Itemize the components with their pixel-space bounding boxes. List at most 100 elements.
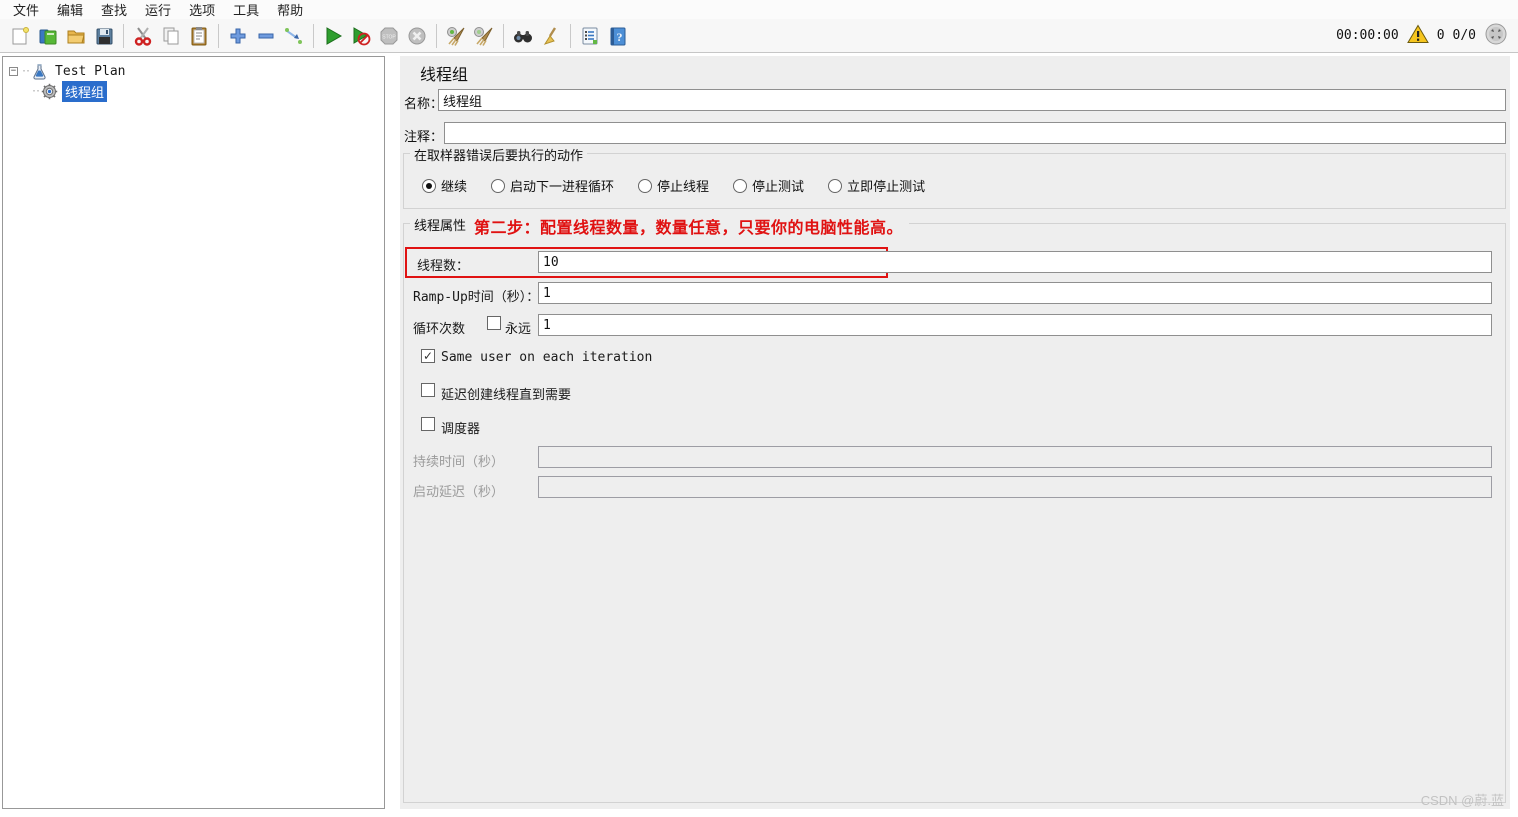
clear-all-button[interactable] — [470, 22, 498, 50]
tree-node-test-plan[interactable]: − ·· Test Plan — [5, 61, 382, 81]
radio-icon[interactable] — [491, 178, 506, 193]
new-file-button[interactable] — [6, 22, 34, 50]
rampup-label: Ramp-Up时间（秒）： — [413, 290, 540, 305]
tree-connector: ·· — [21, 65, 31, 77]
forever-checkbox[interactable] — [487, 316, 501, 330]
paste-button[interactable] — [185, 22, 213, 50]
startup-delay-label: 启动延迟（秒） — [413, 485, 505, 500]
search-binoculars-icon — [512, 25, 534, 47]
clear-search-broom-icon — [540, 25, 562, 47]
threads-input[interactable] — [538, 251, 1492, 273]
ramp-up-button[interactable] — [280, 22, 308, 50]
start-button[interactable] — [319, 22, 347, 50]
templates-icon — [37, 25, 59, 47]
shutdown-button[interactable] — [403, 22, 431, 50]
open-button[interactable] — [62, 22, 90, 50]
help-button[interactable]: ? — [604, 22, 632, 50]
same-user-label: Same user on each iteration — [441, 350, 653, 365]
error-count: 0 — [1436, 28, 1445, 43]
radio-stop-test-now-label: 立即停止测试 — [847, 180, 926, 195]
ramp-up-icon — [283, 25, 305, 47]
radio-icon[interactable] — [638, 178, 653, 193]
radio-continue[interactable]: 继续 — [422, 176, 467, 195]
loop-count-label: 循环次数 — [413, 322, 466, 337]
collapse-handle-icon[interactable]: − — [9, 66, 18, 76]
menu-bar: 文件 编辑 查找 运行 选项 工具 帮助 — [0, 0, 1518, 19]
watermark: CSDN @蔚.蓝 — [1420, 793, 1504, 808]
clear-all-icon — [473, 25, 495, 47]
cut-icon — [132, 25, 154, 47]
cut-button[interactable] — [129, 22, 157, 50]
scheduler-label: 调度器 — [441, 422, 481, 437]
scheduler-checkbox[interactable] — [421, 417, 435, 431]
toolbar-separator — [436, 23, 437, 48]
thread-properties-group: 线程属性 第二步：配置线程数量，数量任意，只要你的电脑性能高。 线程数： Ram… — [403, 214, 1506, 803]
toolbar-separator — [123, 23, 124, 48]
loop-count-input[interactable] — [538, 314, 1492, 336]
warning-icon[interactable] — [1406, 24, 1429, 47]
menu-tools[interactable]: 工具 — [224, 0, 268, 21]
save-icon — [93, 25, 115, 47]
test-plan-icon — [31, 63, 48, 80]
copy-icon — [160, 25, 182, 47]
radio-stop-test-now[interactable]: 立即停止测试 — [828, 176, 925, 195]
tree-label-thread-group[interactable]: 线程组 — [62, 80, 108, 102]
toolbar-separator — [313, 23, 314, 48]
radio-start-next-loop[interactable]: 启动下一进程循环 — [491, 176, 614, 195]
same-user-checkbox[interactable]: ✓ — [421, 349, 435, 363]
toolbar-separator — [503, 23, 504, 48]
toolbar-separator — [570, 23, 571, 48]
search-button[interactable] — [509, 22, 537, 50]
new-file-icon — [9, 25, 31, 47]
radio-stop-test[interactable]: 停止测试 — [733, 176, 804, 195]
remove-button[interactable] — [252, 22, 280, 50]
comment-input[interactable] — [444, 122, 1506, 144]
page-title: 线程组 — [420, 65, 469, 84]
clear-search-button[interactable] — [537, 22, 565, 50]
radio-continue-label: 继续 — [441, 180, 468, 195]
add-icon — [227, 25, 249, 47]
radio-stop-thread[interactable]: 停止线程 — [638, 176, 709, 195]
toolbar-status-area: 00:00:00 0 0/0 — [1336, 22, 1512, 49]
sampler-error-action-legend: 在取样器错误后要执行的动作 — [410, 145, 588, 164]
remove-icon — [255, 25, 277, 47]
start-no-timers-button[interactable] — [347, 22, 375, 50]
templates-button[interactable] — [34, 22, 62, 50]
menu-options[interactable]: 选项 — [180, 0, 224, 21]
copy-button[interactable] — [157, 22, 185, 50]
menu-run[interactable]: 运行 — [136, 0, 180, 21]
tree-label-test-plan[interactable]: Test Plan — [52, 63, 128, 80]
delay-create-label: 延迟创建线程直到需要 — [441, 388, 572, 403]
function-helper-icon — [579, 25, 601, 47]
add-button[interactable] — [224, 22, 252, 50]
save-button[interactable] — [90, 22, 118, 50]
menu-help[interactable]: 帮助 — [268, 0, 312, 21]
radio-icon[interactable] — [828, 178, 843, 193]
toolbar-separator — [218, 23, 219, 48]
menu-file[interactable]: 文件 — [4, 0, 48, 21]
name-input[interactable] — [438, 89, 1506, 111]
thread-group-config-panel: 线程组 名称： 注释： 在取样器错误后要执行的动作 继续 启动下一进程循环 停止… — [400, 56, 1510, 809]
function-helper-button[interactable] — [576, 22, 604, 50]
radio-selected-icon[interactable] — [422, 178, 436, 193]
shutdown-icon — [406, 25, 428, 47]
threads-label: 线程数： — [417, 259, 470, 274]
tree-node-thread-group[interactable]: ·· 线程组 — [5, 80, 382, 102]
rampup-input[interactable] — [538, 282, 1492, 304]
radio-start-next-loop-label: 启动下一进程循环 — [510, 180, 615, 195]
menu-edit[interactable]: 编辑 — [48, 0, 92, 21]
thread-properties-legend: 线程属性 — [410, 215, 471, 234]
step-annotation: 第二步：配置线程数量，数量任意，只要你的电脑性能高。 — [468, 214, 910, 238]
clear-icon — [445, 25, 467, 47]
stop-button[interactable]: STOP — [375, 22, 403, 50]
radio-icon[interactable] — [733, 178, 748, 193]
elapsed-timer: 00:00:00 — [1336, 28, 1399, 43]
menu-search[interactable]: 查找 — [92, 0, 136, 21]
clear-button[interactable] — [442, 22, 470, 50]
remote-status-icon[interactable] — [1484, 22, 1508, 49]
startup-delay-input — [538, 476, 1492, 498]
test-plan-tree: − ·· Test Plan ·· 线程组 — [2, 56, 385, 809]
delay-create-checkbox[interactable] — [421, 383, 435, 397]
duration-label: 持续时间（秒） — [413, 455, 505, 470]
